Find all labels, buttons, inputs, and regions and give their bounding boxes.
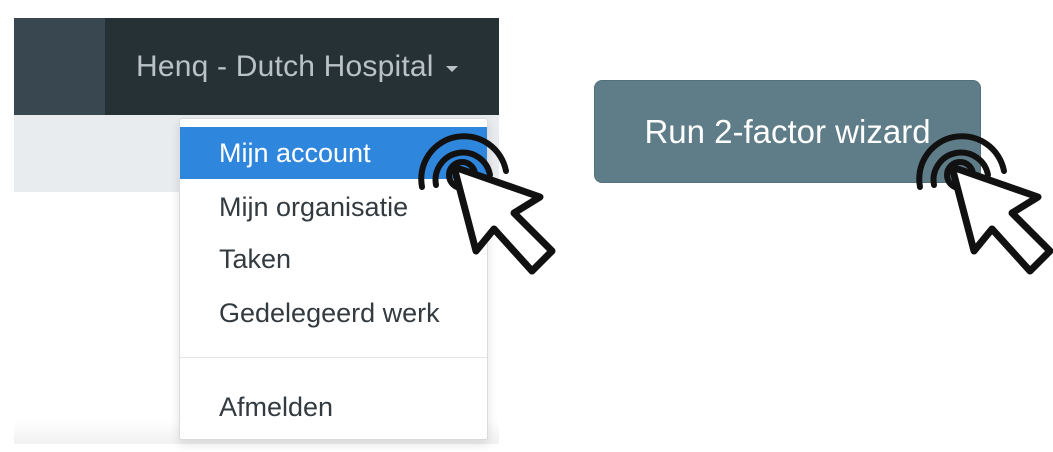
top-navbar: Henq - Dutch Hospital [14,18,499,115]
menu-item-label: Afmelden [219,391,334,422]
menu-item-afmelden[interactable]: Afmelden [180,381,487,433]
screenshot-canvas: Henq - Dutch Hospital Mijn account Mijn … [0,0,1053,452]
wizard-button-label: Run 2-factor wizard [644,112,931,150]
menu-item-gedelegeerd-werk[interactable]: Gedelegeerd werk [180,287,487,339]
user-menu-label: Henq - Dutch Hospital [136,49,434,83]
menu-item-label: Gedelegeerd werk [219,297,440,328]
user-dropdown-menu: Mijn account Mijn organisatie Taken Gede… [179,118,488,440]
menu-item-taken[interactable]: Taken [180,233,487,285]
user-menu-toggle[interactable]: Henq - Dutch Hospital [105,18,499,115]
run-2fa-wizard-button[interactable]: Run 2-factor wizard [594,80,981,183]
menu-item-label: Mijn account [219,137,371,168]
menu-item-mijn-account[interactable]: Mijn account [180,127,487,179]
caret-down-icon [445,65,458,72]
menu-item-mijn-organisatie[interactable]: Mijn organisatie [180,181,487,233]
menu-divider [180,357,487,358]
menu-item-label: Taken [219,243,292,274]
menu-item-label: Mijn organisatie [219,191,409,222]
navbar-left-section [14,18,105,115]
